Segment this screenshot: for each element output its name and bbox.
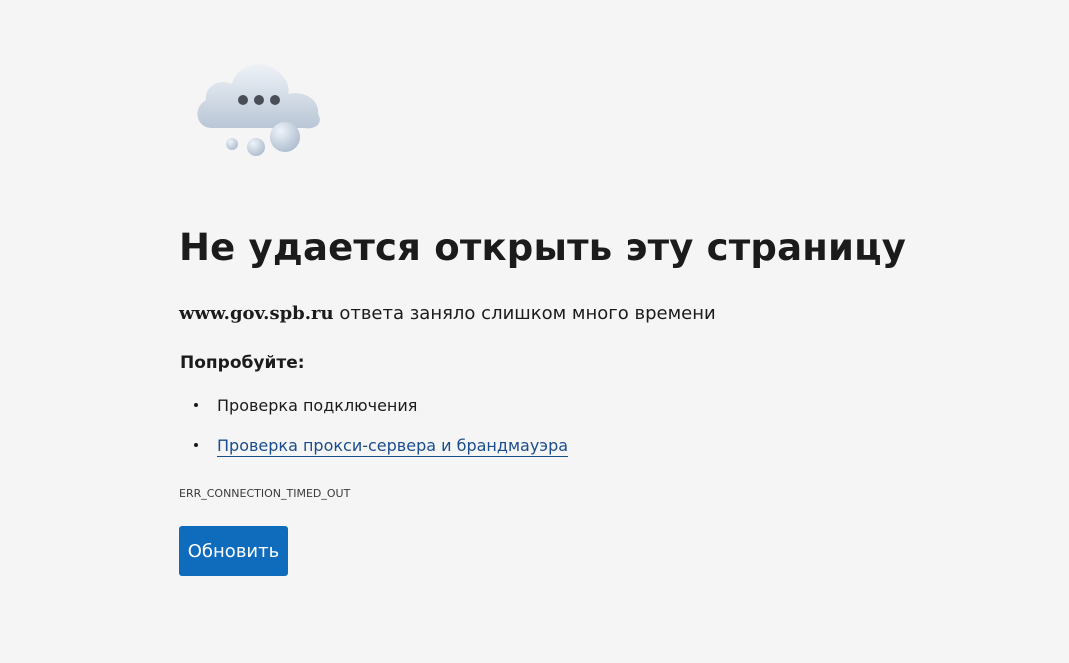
try-heading: Попробуйте: [180, 353, 305, 373]
page-title: Не удается открыть эту страницу [179, 226, 907, 269]
check-proxy-firewall-link[interactable]: Проверка прокси-сервера и брандмауэра [217, 436, 569, 457]
error-message: www.gov.spb.ru ответа заняло слишком мно… [179, 303, 716, 324]
error-page: Не удается открыть эту страницу www.gov.… [0, 0, 1069, 663]
bullet-icon [194, 403, 198, 407]
bullet-icon [194, 443, 198, 447]
error-message-text: ответа заняло слишком много времени [333, 303, 716, 324]
error-code: ERR_CONNECTION_TIMED_OUT [179, 487, 351, 500]
cloud-offline-icon [197, 64, 320, 156]
reload-button[interactable]: Обновить [179, 526, 288, 576]
suggestion-check-connection: Проверка подключения [217, 396, 418, 415]
host-name: www.gov.spb.ru [179, 303, 334, 324]
